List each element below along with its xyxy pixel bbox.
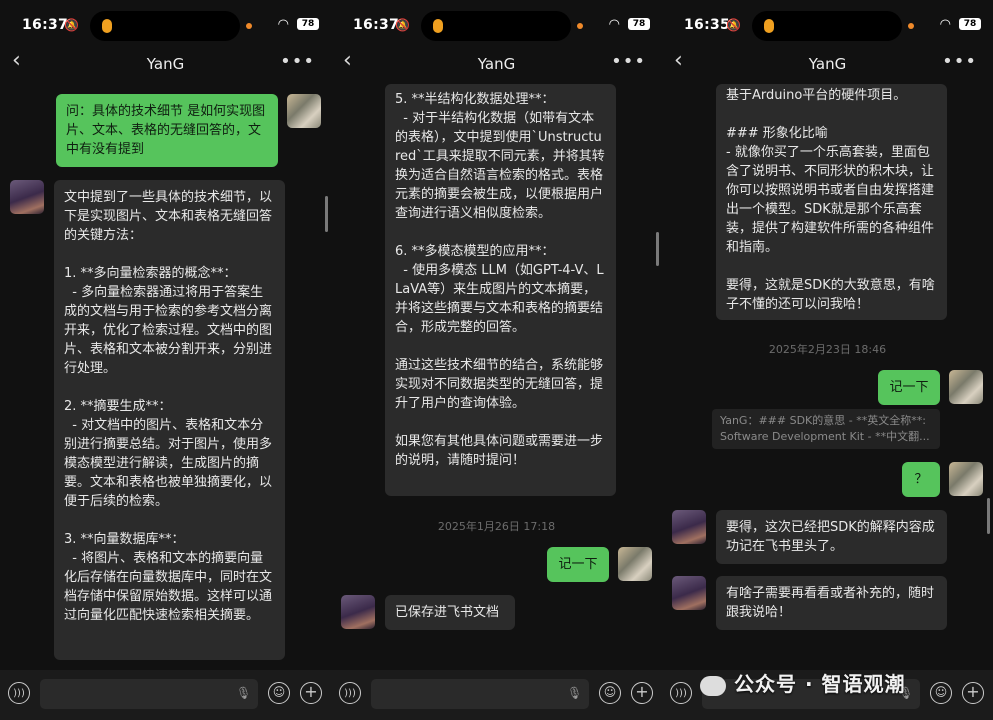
bell-mute-icon: 🔕	[395, 18, 410, 32]
voice-icon[interactable]: )))	[670, 682, 692, 704]
bell-mute-icon: 🔕	[726, 18, 741, 32]
bot-message[interactable]: 要得，这次已经把SDK的解释内容成功记在飞书里头了。	[716, 510, 947, 564]
timestamp: 2025年2月23日 18:46	[768, 343, 887, 356]
user-avatar[interactable]	[287, 94, 321, 128]
chat-panel-3: 16:35 🔕 ◠ 78 ‹ YanG ••• 基于Arduino平台的硬件项目…	[662, 0, 993, 720]
message-input[interactable]	[371, 679, 589, 709]
watermark-text: 公众号 · 智语观潮	[734, 672, 906, 696]
timestamp: 2025年1月26日 17:18	[437, 520, 556, 533]
camera-dot-icon	[908, 23, 914, 29]
chat-panel-2: 16:37 🔕 ◠ 78 ‹ YanG ••• 5. **半结构化数据处理**：…	[331, 0, 663, 720]
watermark: 公众号 · 智语观潮	[700, 668, 906, 697]
mic-icon[interactable]: 🎙	[567, 686, 582, 700]
more-icon[interactable]: •••	[280, 51, 315, 72]
chat-panel-1: 16:37 🔕 ◠ 78 ‹ YanG ••• 问：具体的技术细节 是如何实现图…	[0, 0, 332, 720]
plus-icon[interactable]: +	[962, 682, 984, 704]
user-message[interactable]: 记一下	[547, 547, 609, 582]
mic-indicator-icon	[433, 19, 443, 33]
message-input[interactable]	[40, 679, 258, 709]
mic-icon[interactable]: 🎙	[236, 686, 251, 700]
more-icon[interactable]: •••	[942, 51, 977, 72]
wifi-icon: ◠	[608, 17, 620, 32]
bot-avatar[interactable]	[672, 576, 706, 610]
status-bar: 16:37 🔕 ◠ 78	[0, 0, 331, 44]
voice-icon[interactable]: )))	[339, 682, 361, 704]
bell-mute-icon: 🔕	[64, 18, 79, 32]
status-time: 16:37	[353, 17, 400, 33]
dynamic-island	[752, 11, 914, 41]
plus-icon[interactable]: +	[300, 682, 322, 704]
status-bar: 16:35 🔕 ◠ 78	[662, 0, 993, 44]
battery-level: 78	[297, 18, 319, 30]
battery-level: 78	[959, 18, 981, 30]
bot-message[interactable]: 已保存进飞书文档	[385, 595, 515, 630]
quoted-message[interactable]: YanG：### SDK的意思 - **英文全称**: Software Dev…	[712, 409, 940, 449]
scrollbar[interactable]	[656, 232, 659, 266]
emoji-icon[interactable]: ☺	[599, 682, 621, 704]
bot-message[interactable]: 基于Arduino平台的硬件项目。 ### 形象化比喻 - 就像你买了一个乐高套…	[716, 84, 947, 320]
user-avatar[interactable]	[618, 547, 652, 581]
bot-avatar[interactable]	[10, 180, 44, 214]
battery-level: 78	[628, 18, 650, 30]
voice-icon[interactable]: )))	[8, 682, 30, 704]
emoji-icon[interactable]: ☺	[268, 682, 290, 704]
wifi-icon: ◠	[939, 17, 951, 32]
chat-header: ‹ YanG •••	[331, 46, 662, 82]
wifi-icon: ◠	[277, 17, 289, 32]
input-bar: ))) 🎙 ☺ +	[0, 670, 331, 720]
dynamic-island	[421, 11, 583, 41]
plus-icon[interactable]: +	[631, 682, 653, 704]
bot-message[interactable]: 文中提到了一些具体的技术细节，以下是实现图片、文本和表格无缝回答的关键方法： 1…	[54, 180, 285, 660]
bot-message[interactable]: 有啥子需要再看看或者补充的，随时跟我说哈！	[716, 576, 947, 630]
user-message[interactable]: 记一下	[878, 370, 940, 405]
chat-header: ‹ YanG •••	[662, 46, 993, 82]
camera-dot-icon	[577, 23, 583, 29]
chat-header: ‹ YanG •••	[0, 46, 331, 82]
user-avatar[interactable]	[949, 370, 983, 404]
emoji-icon[interactable]: ☺	[930, 682, 952, 704]
user-message[interactable]: ？	[902, 462, 940, 497]
bot-avatar[interactable]	[341, 595, 375, 629]
mic-indicator-icon	[764, 19, 774, 33]
screen: 16:37 🔕 ◠ 78 ‹ YanG ••• 问：具体的技术细节 是如何实现图…	[0, 0, 993, 720]
quote-line-2: Software Development Kit - **中文翻...	[720, 430, 930, 443]
user-message[interactable]: 问：具体的技术细节 是如何实现图片、文本、表格的无缝回答的，文中有没有提到	[56, 94, 278, 167]
quote-line-1: YanG：### SDK的意思 - **英文全称**:	[720, 414, 926, 427]
wechat-logo-icon	[700, 675, 726, 696]
status-time: 16:37	[22, 17, 69, 33]
camera-dot-icon	[246, 23, 252, 29]
dynamic-island	[90, 11, 252, 41]
more-icon[interactable]: •••	[611, 51, 646, 72]
input-bar: ))) 🎙 ☺ +	[331, 670, 662, 720]
user-avatar[interactable]	[949, 462, 983, 496]
mic-indicator-icon	[102, 19, 112, 33]
status-bar: 16:37 🔕 ◠ 78	[331, 0, 662, 44]
bot-avatar[interactable]	[672, 510, 706, 544]
scrollbar[interactable]	[325, 196, 328, 232]
bot-message[interactable]: 5. **半结构化数据处理**： - 对于半结构化数据（如带有文本的表格），文中…	[385, 84, 616, 496]
scrollbar[interactable]	[987, 498, 990, 534]
status-time: 16:35	[684, 17, 731, 33]
